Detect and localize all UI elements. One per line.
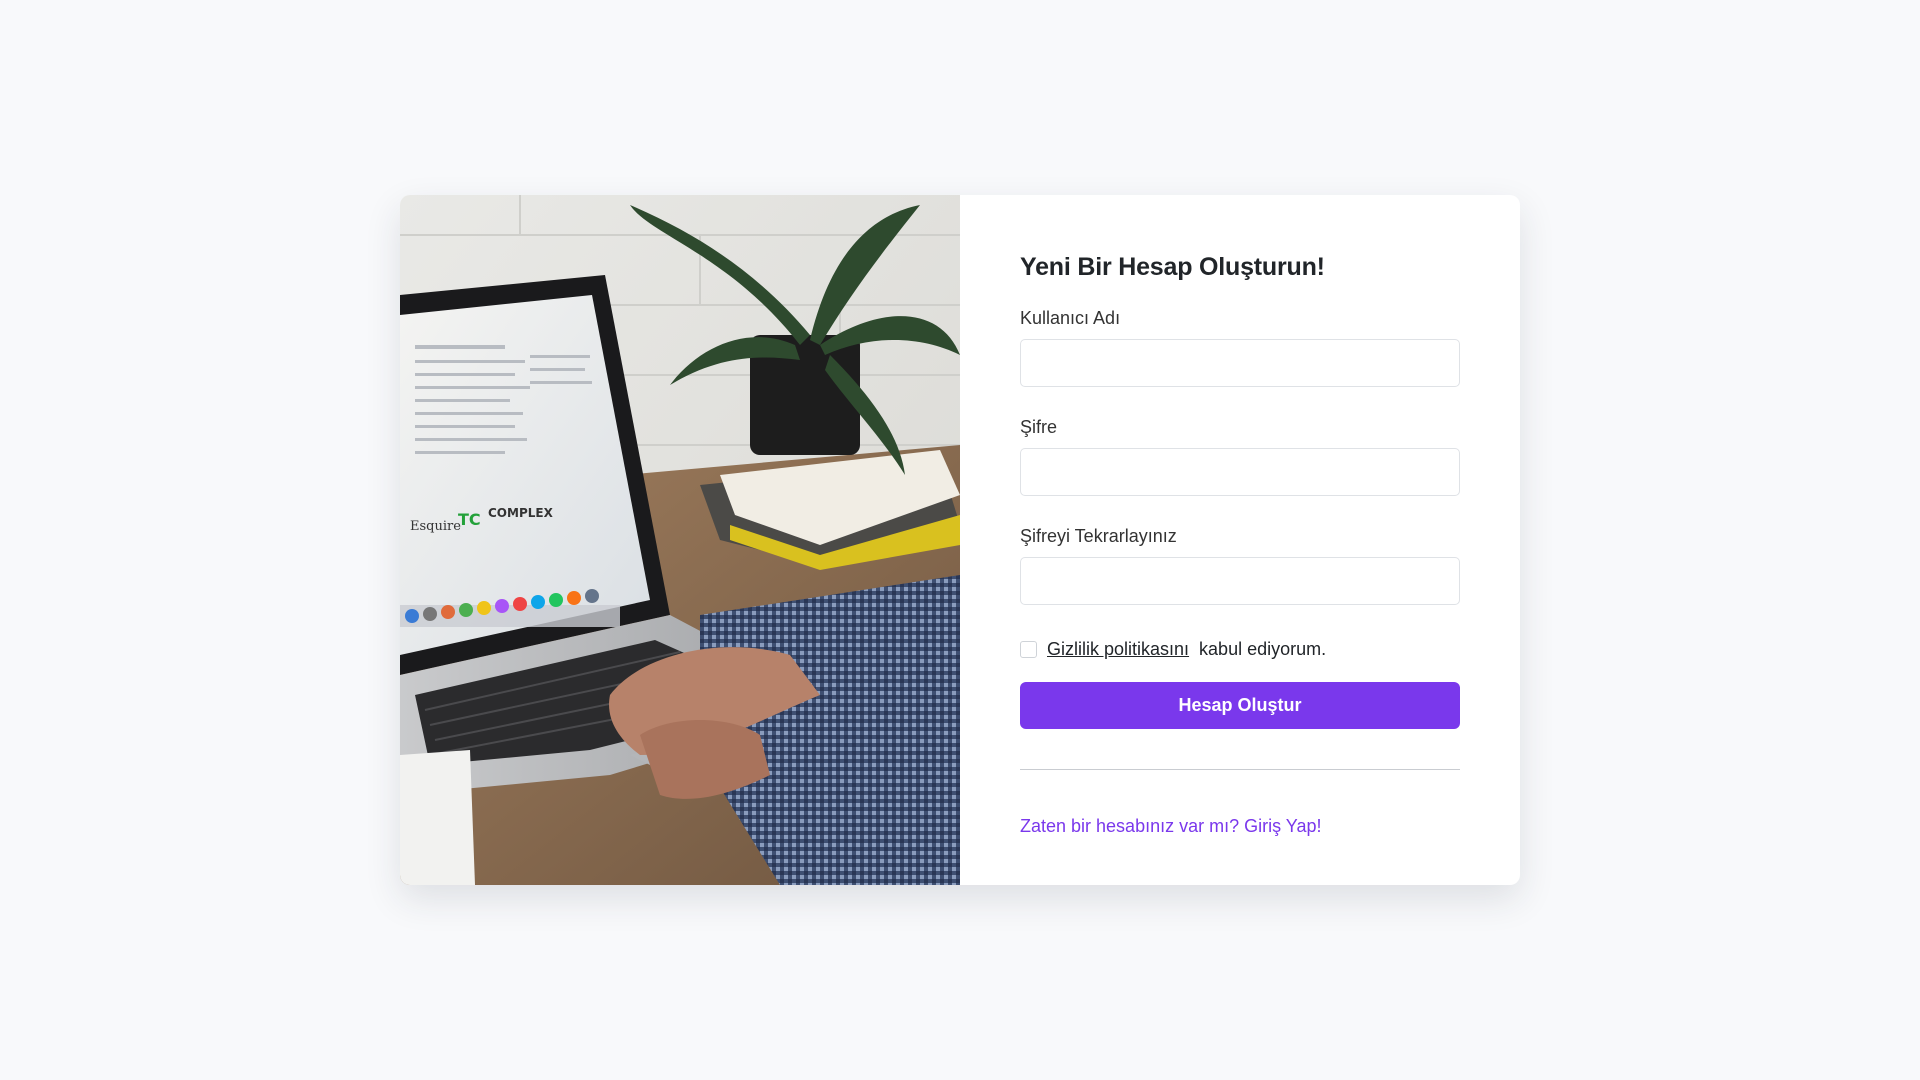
password-label: Şifre — [1020, 417, 1058, 437]
divider — [1020, 769, 1460, 770]
password-repeat-label: Şifreyi Tekrarlayınız — [1020, 526, 1177, 546]
password-repeat-input[interactable] — [1020, 557, 1460, 605]
svg-text:Esquire: Esquire — [410, 519, 461, 534]
policy-checkbox[interactable] — [1020, 641, 1037, 658]
svg-text:TC: TC — [458, 510, 481, 529]
login-link[interactable]: Zaten bir hesabınız var mı? Giriş Yap! — [1020, 816, 1321, 836]
register-form: Yeni Bir Hesap Oluşturun! Kullanıcı Adı … — [960, 195, 1520, 885]
register-card: Esquire TC COMPLEX Yeni Bir Hesap Oluştu… — [400, 195, 1520, 885]
policy-row: Gizlilik politikasını kabul ediyorum. — [1020, 639, 1460, 660]
username-label: Kullanıcı Adı — [1020, 308, 1121, 328]
page-title: Yeni Bir Hesap Oluşturun! — [1020, 253, 1325, 281]
password-input[interactable] — [1020, 448, 1460, 496]
username-input[interactable] — [1020, 339, 1460, 387]
laptop-photo: Esquire TC COMPLEX — [400, 195, 960, 885]
svg-text:COMPLEX: COMPLEX — [488, 506, 554, 520]
create-account-button[interactable]: Hesap Oluştur — [1020, 682, 1460, 729]
privacy-policy-link[interactable]: Gizlilik politikasını — [1047, 639, 1189, 660]
policy-suffix: kabul ediyorum. — [1199, 639, 1327, 659]
